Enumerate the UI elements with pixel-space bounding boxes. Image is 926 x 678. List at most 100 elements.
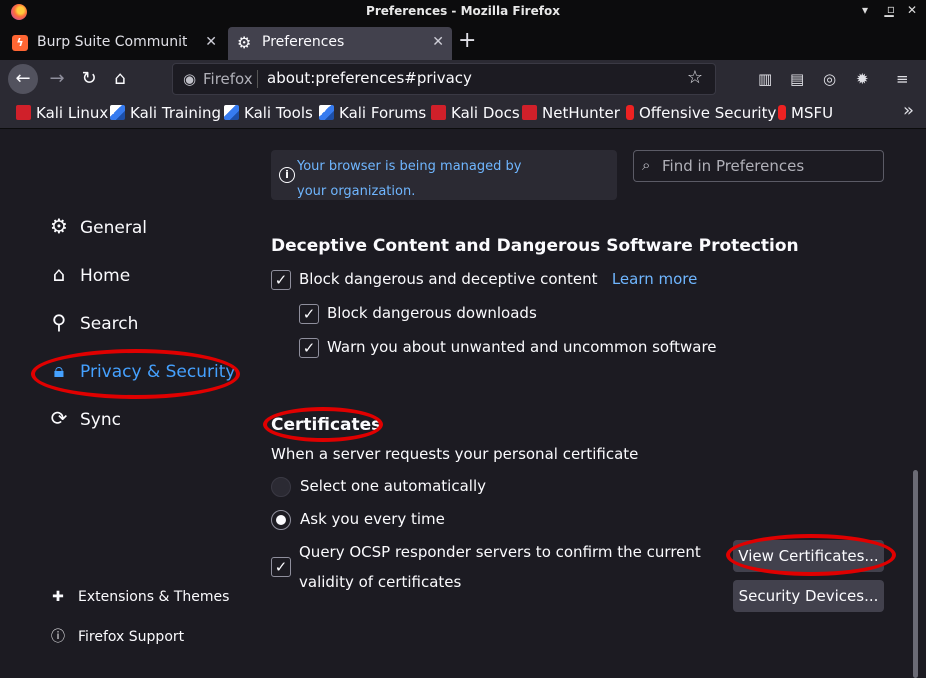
info-icon: i — [279, 167, 295, 183]
annotation-oval-certificates — [263, 407, 383, 442]
managed-notice[interactable]: i Your browser is being managed by your … — [271, 150, 617, 200]
forward-arrow-icon[interactable]: → — [42, 64, 72, 94]
bookmark-msfu[interactable]: MSFU — [778, 104, 833, 122]
block-downloads-checkbox[interactable]: ✓ — [299, 304, 319, 324]
managed-notice-link[interactable]: Your browser is being managed by your or… — [297, 154, 547, 204]
certificates-description: When a server requests your personal cer… — [271, 445, 639, 463]
block-deceptive-checkbox[interactable]: ✓ — [271, 270, 291, 290]
url-bar[interactable]: ◉ Firefox about:preferences#privacy ☆ — [172, 63, 716, 95]
restore-icon[interactable]: ▫ — [884, 2, 898, 16]
nethunter-icon — [522, 105, 537, 120]
tab-label: Burp Suite Community Ed — [37, 34, 187, 50]
menu-icon[interactable]: ≡ — [896, 70, 909, 88]
bookmark-nethunter[interactable]: NetHunter — [522, 104, 620, 122]
preferences-content: i Your browser is being managed by your … — [0, 130, 926, 678]
burp-icon: ϟ — [12, 35, 28, 51]
search-icon: ⌕ — [642, 156, 651, 174]
search-input[interactable]: ⌕ Find in Preferences — [633, 150, 884, 182]
select-automatically-radio[interactable] — [271, 477, 291, 497]
bookmarks-toolbar: Kali Linux Kali Training Kali Tools Kali… — [0, 97, 926, 129]
title-bar: Preferences - Mozilla Firefox ▾ ▁ ▫ ✕ — [0, 0, 926, 24]
library-icon[interactable]: ▥ — [758, 70, 772, 88]
ocsp-label-line1[interactable]: Query OCSP responder servers to confirm … — [299, 543, 701, 561]
help-icon: ⓘ — [51, 629, 65, 645]
account-icon[interactable]: ◎ — [823, 70, 836, 88]
docs-icon — [431, 105, 446, 120]
extension-icon[interactable]: ✹ — [856, 70, 869, 88]
new-tab-icon[interactable]: + — [458, 28, 476, 53]
bookmark-star-icon[interactable]: ☆ — [687, 67, 703, 88]
window-title: Preferences - Mozilla Firefox — [366, 4, 560, 18]
bookmark-label: NetHunter — [542, 104, 620, 122]
chevron-right-icon[interactable]: » — [903, 100, 914, 121]
sidebar-firefox-support[interactable]: ⓘ Firefox Support — [50, 626, 184, 646]
sidebar-item-label: Home — [80, 266, 131, 286]
home-icon[interactable]: ⌂ — [105, 64, 135, 94]
sidebar-item-search[interactable]: ⚲ Search — [48, 310, 139, 334]
reload-icon[interactable]: ↻ — [74, 64, 104, 94]
ask-every-time-radio[interactable] — [271, 510, 291, 530]
block-deceptive-text: Block dangerous and deceptive content — [299, 270, 598, 288]
offsec-icon — [778, 105, 786, 120]
annotation-oval-privacy — [31, 349, 240, 399]
url-text[interactable]: about:preferences#privacy — [267, 69, 472, 87]
kali-dragon-icon — [319, 105, 334, 120]
bookmark-kali-tools[interactable]: Kali Tools — [224, 104, 313, 122]
gear-icon: ⚙ — [50, 214, 68, 238]
warn-unwanted-label[interactable]: Warn you about unwanted and uncommon sof… — [327, 338, 717, 356]
bookmark-label: Kali Docs — [451, 104, 520, 122]
kali-dragon-icon — [110, 105, 125, 120]
sidebar-icon[interactable]: ▤ — [790, 70, 804, 88]
tab-burp-suite[interactable]: ϟ Burp Suite Community Ed ✕ — [3, 27, 225, 60]
sidebar-footer-label: Firefox Support — [78, 629, 185, 645]
kali-icon — [16, 105, 31, 120]
identity-label: Firefox — [203, 70, 253, 88]
bookmark-kali-linux[interactable]: Kali Linux — [16, 104, 108, 122]
sidebar-item-label: Sync — [80, 410, 121, 430]
firefox-identity-icon: ◉ — [183, 70, 197, 88]
tab-label: Preferences — [262, 34, 345, 50]
sync-icon: ⟳ — [50, 406, 68, 430]
sidebar-extensions-themes[interactable]: ✚ Extensions & Themes — [50, 589, 229, 605]
select-automatically-label[interactable]: Select one automatically — [300, 477, 486, 495]
bookmark-offensive-security[interactable]: Offensive Security — [626, 104, 776, 122]
annotation-oval-view-certificates — [726, 534, 896, 576]
close-tab-icon[interactable]: ✕ — [205, 27, 217, 57]
home-icon: ⌂ — [52, 262, 66, 286]
puzzle-icon: ✚ — [52, 589, 64, 605]
sidebar-item-label: Search — [80, 314, 139, 334]
bookmark-label: Kali Tools — [244, 104, 313, 122]
kali-dragon-icon — [224, 105, 239, 120]
sidebar-item-sync[interactable]: ⟳ Sync — [48, 406, 121, 430]
block-downloads-label[interactable]: Block dangerous downloads — [327, 304, 537, 322]
bookmark-label: Kali Linux — [36, 104, 109, 122]
bookmark-label: Kali Forums — [339, 104, 427, 122]
security-devices-button[interactable]: Security Devices... — [733, 580, 884, 612]
sidebar-item-general[interactable]: ⚙ General — [48, 214, 147, 238]
back-arrow-icon[interactable]: ← — [8, 64, 38, 94]
ask-every-time-label[interactable]: Ask you every time — [300, 510, 445, 528]
close-tab-icon[interactable]: ✕ — [432, 27, 444, 57]
sidebar-footer-label: Extensions & Themes — [78, 589, 230, 605]
sidebar-item-home[interactable]: ⌂ Home — [48, 262, 131, 286]
close-window-icon[interactable]: ✕ — [905, 3, 919, 17]
minimize-icon[interactable]: ▾ — [858, 3, 872, 17]
deceptive-heading: Deceptive Content and Dangerous Software… — [271, 236, 799, 256]
bookmark-kali-training[interactable]: Kali Training — [110, 104, 221, 122]
learn-more-link[interactable]: Learn more — [612, 270, 698, 288]
scrollbar[interactable] — [913, 470, 918, 678]
bookmark-kali-docs[interactable]: Kali Docs — [431, 104, 520, 122]
block-deceptive-label[interactable]: Block dangerous and deceptive content Le… — [299, 270, 697, 288]
bookmark-label: Offensive Security — [639, 104, 777, 122]
sidebar-item-label: General — [80, 218, 147, 238]
ocsp-label-line2[interactable]: validity of certificates — [299, 573, 461, 591]
warn-unwanted-checkbox[interactable]: ✓ — [299, 338, 319, 358]
search-icon: ⚲ — [51, 310, 67, 334]
tab-preferences[interactable]: ⚙ Preferences ✕ — [228, 27, 452, 60]
bookmark-label: MSFU — [791, 104, 834, 122]
bookmark-kali-forums[interactable]: Kali Forums — [319, 104, 426, 122]
search-placeholder: Find in Preferences — [662, 157, 805, 175]
navigation-bar: ← → ↻ ⌂ ◉ Firefox about:preferences#priv… — [0, 60, 926, 97]
ocsp-checkbox[interactable]: ✓ — [271, 557, 291, 577]
bookmark-label: Kali Training — [130, 104, 222, 122]
